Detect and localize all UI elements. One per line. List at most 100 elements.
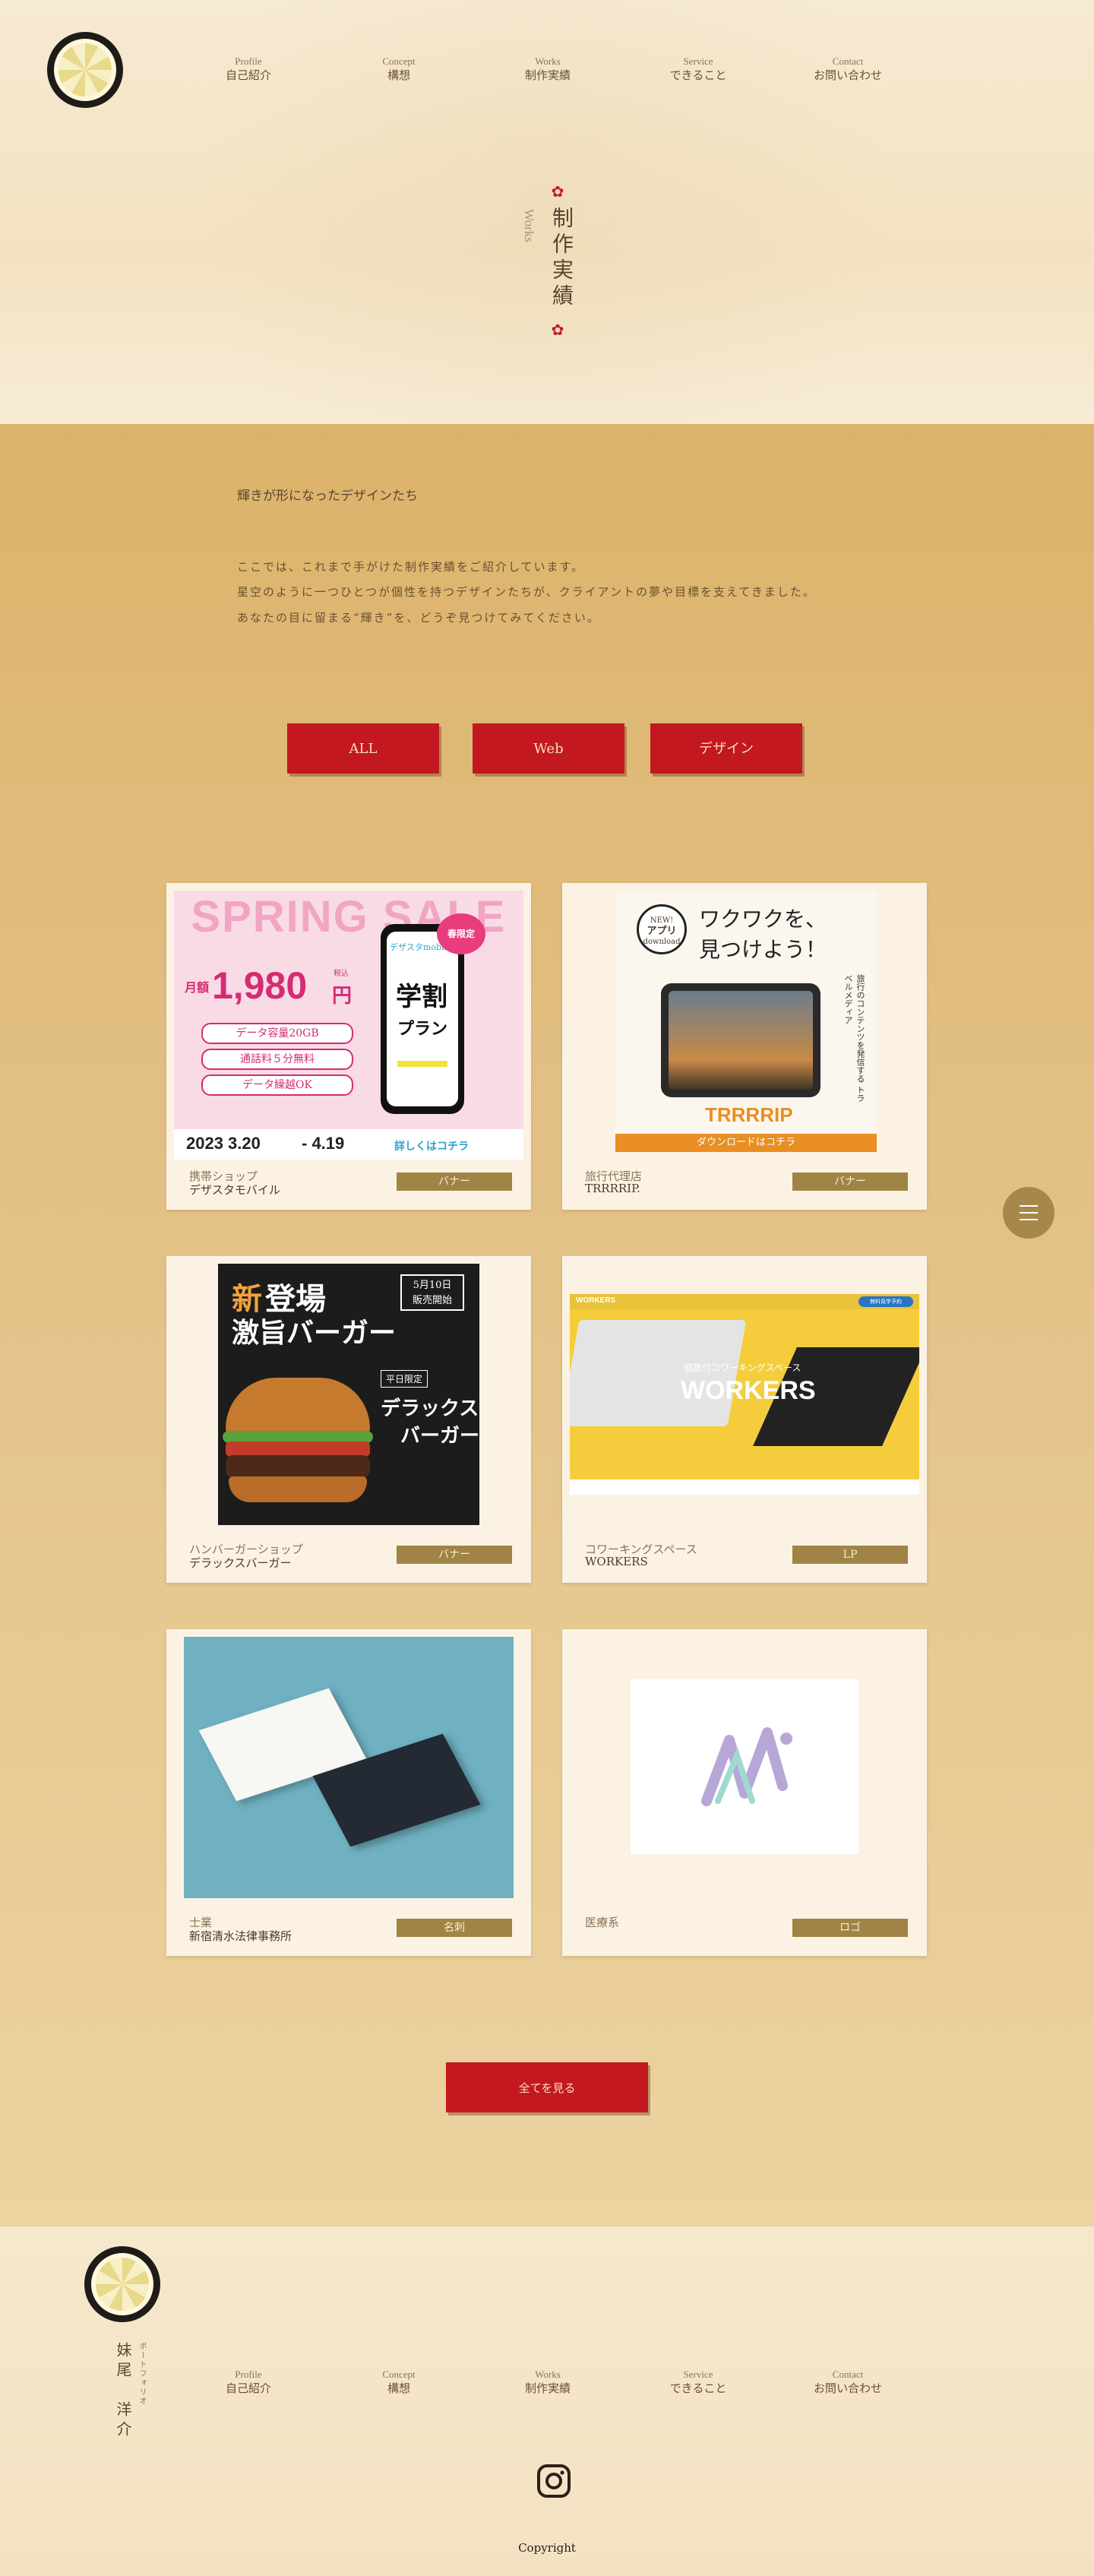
hero-title-en: Works <box>522 209 536 242</box>
nav-en-label: Profile <box>235 55 262 67</box>
logo-pattern-icon <box>58 43 112 97</box>
view-all-button[interactable]: 全てを見る <box>446 2062 648 2112</box>
nav-en-label: Profile <box>235 2369 262 2380</box>
footer-kana: ポートフォリオ <box>138 2342 146 2406</box>
nav-en-label: Works <box>535 2369 561 2380</box>
nav-en-label: Concept <box>382 55 416 67</box>
banner-headline: ワクワクを、 <box>699 907 827 932</box>
banner-yen: 円 <box>332 985 353 1008</box>
nav-jp-label: 構想 <box>387 68 410 82</box>
lp-subtitle: 個室付コワーキングスペース <box>684 1362 802 1373</box>
app-badge: NEW! アプリ download <box>637 904 687 954</box>
nav-jp-label: 自己紹介 <box>225 68 271 82</box>
release-text: 販売開始 <box>412 1295 452 1306</box>
lp-nav-button: 無料見学予約 <box>858 1296 913 1307</box>
nav-item-concept[interactable]: Concept 構想 <box>323 55 475 83</box>
banner-feature: データ繰越OK <box>201 1074 353 1096</box>
footer-nav-contact[interactable]: Contact お問い合わせ <box>772 2369 924 2396</box>
release-box: 5月10日 販売開始 <box>400 1274 464 1311</box>
menu-line-icon <box>1020 1212 1038 1214</box>
lp-logo: WORKERS <box>576 1296 616 1305</box>
banner-cta-bar: ダウンロードはコチラ <box>615 1134 877 1152</box>
work-tag: ロゴ <box>792 1919 908 1937</box>
work-tag: LP <box>792 1546 908 1564</box>
footer-nav-service[interactable]: Service できること <box>622 2369 774 2396</box>
intro-line: あなたの目に留まる“輝き”を、どうぞ見つけてみてください。 <box>237 611 600 625</box>
banner-headline: 見つけよう！ <box>699 937 827 962</box>
work-card[interactable]: 医療系 ロゴ <box>562 1629 927 1956</box>
filter-all-button[interactable]: ALL <box>287 723 439 774</box>
sakura-icon: ✿ <box>551 182 564 201</box>
work-tag: バナー <box>397 1546 512 1564</box>
filter-design-button[interactable]: デザイン <box>650 723 802 774</box>
work-thumbnail-logo <box>631 1679 858 1854</box>
release-text: 5月10日 <box>413 1280 452 1291</box>
banner-feature: 通話料５分無料 <box>201 1049 353 1070</box>
banner-plan: プラン <box>397 1019 448 1039</box>
hero-title-jp: 制作実績 <box>549 207 574 310</box>
nav-jp-label: 自己紹介 <box>225 2381 271 2395</box>
footer-name: 妹尾 洋介 <box>114 2342 132 2441</box>
banner-feature: データ容量20GB <box>201 1023 353 1044</box>
work-card[interactable]: NEW! アプリ download ワクワクを、 見つけよう！ 旅行のコンテンツ… <box>562 883 927 1210</box>
lp-header: WORKERS 無料見学予約 <box>570 1294 919 1309</box>
banner-logo: TRRRRIP <box>705 1103 793 1126</box>
badge-text: アプリ <box>647 926 677 937</box>
work-title: デラックスバーガー <box>189 1556 292 1570</box>
medical-logo-icon <box>701 1727 792 1806</box>
section-tagline: 輝きが形になったデザインたち <box>237 489 418 504</box>
nav-jp-label: お問い合わせ <box>813 2381 882 2395</box>
nav-item-works[interactable]: Works 制作実績 <box>472 55 624 83</box>
banner-cta: ダウンロードはコチラ <box>696 1137 795 1148</box>
banner-dates: 2023 3.20 <box>186 1134 261 1153</box>
intro-line: 星空のように一つひとつが個性を持つデザインたちが、クライアントの夢や目標を支えて… <box>237 585 816 599</box>
limited-badge: 春限定 <box>437 913 485 954</box>
work-title: 新宿清水法律事務所 <box>189 1929 292 1943</box>
nav-jp-label: お問い合わせ <box>813 68 882 82</box>
hamburger-menu-button[interactable] <box>1003 1187 1054 1239</box>
nav-en-label: Concept <box>382 2369 416 2380</box>
work-tag: 名刺 <box>397 1919 512 1937</box>
footer-nav-profile[interactable]: Profile 自己紹介 <box>172 2369 324 2396</box>
nav-item-service[interactable]: Service できること <box>622 55 774 83</box>
banner-footer-bar: 2023 3.20 - 4.19 詳しくはコチラ <box>174 1129 523 1160</box>
badge-text: download <box>643 938 681 946</box>
nav-item-contact[interactable]: Contact お問い合わせ <box>772 55 924 83</box>
banner-plan: 学割 <box>396 982 447 1012</box>
work-thumbnail-travel-banner: NEW! アプリ download ワクワクを、 見つけよう！ 旅行のコンテンツ… <box>615 891 877 1152</box>
work-card[interactable]: WORKERS 無料見学予約 個室付コワーキングスペース WORKERS コワー… <box>562 1256 927 1583</box>
burger-illustration <box>223 1378 373 1507</box>
nav-en-label: Contact <box>832 2369 864 2380</box>
nav-en-label: Contact <box>832 55 864 67</box>
logo-pattern-icon <box>96 2258 149 2311</box>
work-title: TRRRRIP. <box>585 1182 640 1195</box>
nav-en-label: Service <box>683 2369 713 2380</box>
work-card[interactable]: 士業 新宿清水法律事務所 名刺 <box>166 1629 531 1956</box>
work-card[interactable]: SPRING SALE 月額 1,980 円 税込 データ容量20GB 通話料５… <box>166 883 531 1210</box>
limited-label: 平日限定 <box>381 1370 428 1388</box>
work-tag: バナー <box>397 1172 512 1191</box>
banner-label: 月額 <box>185 980 210 995</box>
footer-logo[interactable] <box>84 2246 160 2322</box>
work-thumbnail-lp: WORKERS 無料見学予約 個室付コワーキングスペース WORKERS <box>570 1294 919 1495</box>
nav-en-label: Service <box>683 55 713 67</box>
intro-line: ここでは、これまで手がけた制作実績をご紹介しています。 <box>237 560 585 574</box>
work-thumbnail-mobile-banner: SPRING SALE 月額 1,980 円 税込 データ容量20GB 通話料５… <box>174 891 523 1160</box>
filter-web-button[interactable]: Web <box>473 723 624 774</box>
banner-dates: - 4.19 <box>302 1134 345 1153</box>
banner-price: 1,980 <box>212 964 308 1007</box>
banner-heading: 激旨バーガー <box>232 1317 397 1349</box>
nav-jp-label: できること <box>669 68 727 82</box>
nav-item-profile[interactable]: Profile 自己紹介 <box>172 55 324 83</box>
copyright: Copyright <box>518 2541 576 2555</box>
tablet-illustration <box>661 983 820 1097</box>
footer-nav-concept[interactable]: Concept 構想 <box>323 2369 475 2396</box>
banner-side-text: 旅行のコンテンツを発信する トラベルメディア <box>843 974 865 1103</box>
instagram-icon[interactable] <box>536 2464 571 2498</box>
footer-nav-works[interactable]: Works 制作実績 <box>472 2369 624 2396</box>
nav-jp-label: 制作実績 <box>524 68 571 82</box>
work-card[interactable]: 新 登場 激旨バーガー 5月10日 販売開始 平日限定 デラックス バーガー ハ… <box>166 1256 531 1583</box>
nav-jp-label: 制作実績 <box>524 2381 571 2395</box>
site-logo[interactable] <box>47 32 123 108</box>
work-thumbnail-burger-banner: 新 登場 激旨バーガー 5月10日 販売開始 平日限定 デラックス バーガー <box>218 1264 479 1525</box>
